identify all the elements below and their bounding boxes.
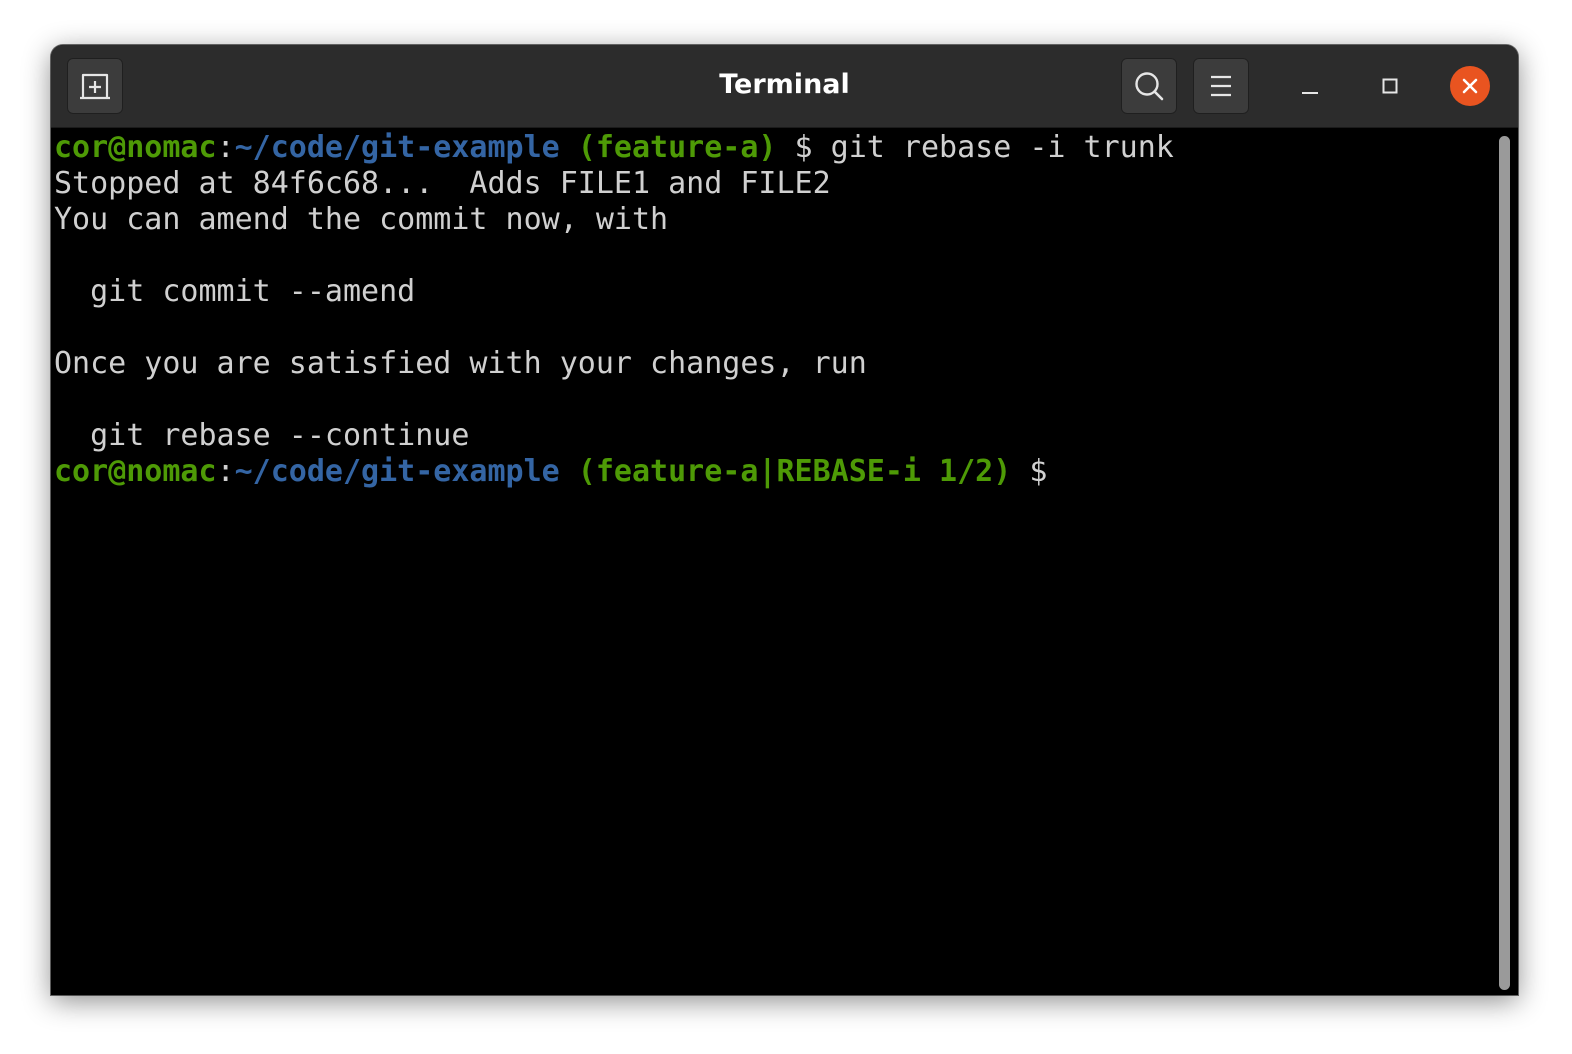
prompt-command: $ git rebase -i trunk — [776, 130, 1174, 165]
prompt-user: cor@nomac — [54, 130, 217, 165]
terminal-window: Terminal cor@nomac:~/code/git-example (f… — [51, 45, 1518, 995]
output-line: Once you are satisfied with your changes… — [54, 346, 867, 381]
prompt-branch: (feature-a|REBASE-i 1/2) — [559, 454, 1012, 489]
output-line: git rebase --continue — [54, 418, 470, 453]
prompt-path: ~/code/git-example — [234, 454, 560, 489]
close-button[interactable] — [1450, 66, 1490, 106]
minimize-icon — [1302, 92, 1318, 94]
maximize-button[interactable] — [1370, 66, 1410, 106]
search-button[interactable] — [1121, 58, 1177, 114]
minimize-button[interactable] — [1290, 66, 1330, 106]
header-bar: Terminal — [51, 45, 1518, 128]
prompt-user: cor@nomac — [54, 454, 217, 489]
terminal-output[interactable]: cor@nomac:~/code/git-example (feature-a)… — [51, 128, 1518, 995]
menu-button[interactable] — [1193, 58, 1249, 114]
maximize-icon — [1382, 78, 1398, 94]
search-icon — [1135, 72, 1164, 101]
prompt-branch: (feature-a) — [559, 130, 777, 165]
prompt-path: ~/code/git-example — [234, 130, 560, 165]
prompt-separator: : — [216, 454, 235, 489]
prompt-command: $ — [1011, 454, 1048, 489]
prompt-line: cor@nomac:~/code/git-example (feature-a|… — [54, 454, 1047, 490]
output-line: You can amend the commit now, with — [54, 202, 669, 237]
hamburger-menu-icon — [1211, 75, 1231, 97]
scrollbar-thumb[interactable] — [1499, 136, 1510, 990]
output-line: git commit --amend — [54, 274, 416, 309]
close-icon — [1462, 78, 1478, 94]
prompt-separator: : — [216, 130, 235, 165]
output-line: Stopped at 84f6c68... Adds FILE1 and FIL… — [54, 166, 831, 201]
prompt-line: cor@nomac:~/code/git-example (feature-a)… — [54, 130, 1174, 166]
